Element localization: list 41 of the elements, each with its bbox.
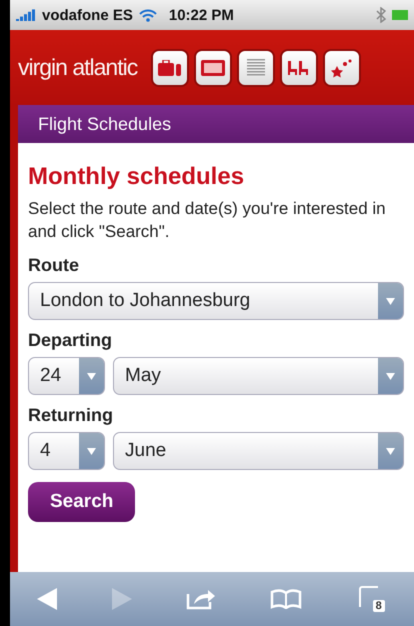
section-title: Flight Schedules <box>38 114 172 134</box>
caret-icon <box>386 372 395 380</box>
nav-button[interactable] <box>237 48 276 86</box>
dropdown-select[interactable]: London to Johannesburg <box>28 282 404 320</box>
list-icon <box>246 58 266 78</box>
field-label: Route <box>28 255 80 276</box>
share-icon <box>186 588 216 610</box>
page-heading: Monthly schedules <box>28 163 246 191</box>
signal-icon <box>16 9 36 21</box>
field-label: Departing <box>28 330 114 351</box>
nav-button[interactable] <box>194 48 232 86</box>
caret-icon <box>386 448 395 454</box>
logo[interactable]: virgin atlantic <box>18 54 138 81</box>
caret-icon <box>386 298 395 304</box>
share-button[interactable] <box>186 588 216 610</box>
dropdown-select[interactable]: 4 <box>28 432 105 470</box>
caret-icon <box>87 448 96 454</box>
book-icon <box>270 589 302 609</box>
search-button[interactable]: Search <box>28 482 136 522</box>
suitcase-icon <box>158 60 182 76</box>
bookmarks-button[interactable] <box>270 589 302 609</box>
bluetooth-icon <box>376 7 386 23</box>
dropdown-select[interactable]: May <box>113 357 404 395</box>
stars-icon <box>331 58 354 78</box>
back-icon <box>37 588 58 610</box>
back-button[interactable] <box>37 588 58 610</box>
dropdown-select[interactable]: June <box>113 432 404 470</box>
tabs-button[interactable]: 8 <box>356 585 387 613</box>
wifi-icon <box>138 8 157 22</box>
nav-button[interactable] <box>151 48 190 86</box>
carrier-name: vodafone ES <box>42 6 133 24</box>
intro-text: Select the route and date(s) you're interested in and click "Search". <box>28 198 387 243</box>
forward-icon <box>112 588 132 610</box>
battery-icon <box>392 9 408 21</box>
nav-button[interactable] <box>280 48 318 86</box>
dropdown-select[interactable]: 24 <box>28 357 105 395</box>
ticket-icon <box>201 60 226 76</box>
field-label: Returning <box>28 405 114 426</box>
clock-time: 10:22 PM <box>168 6 234 24</box>
nav-button[interactable] <box>323 48 362 86</box>
caret-icon <box>87 372 96 380</box>
